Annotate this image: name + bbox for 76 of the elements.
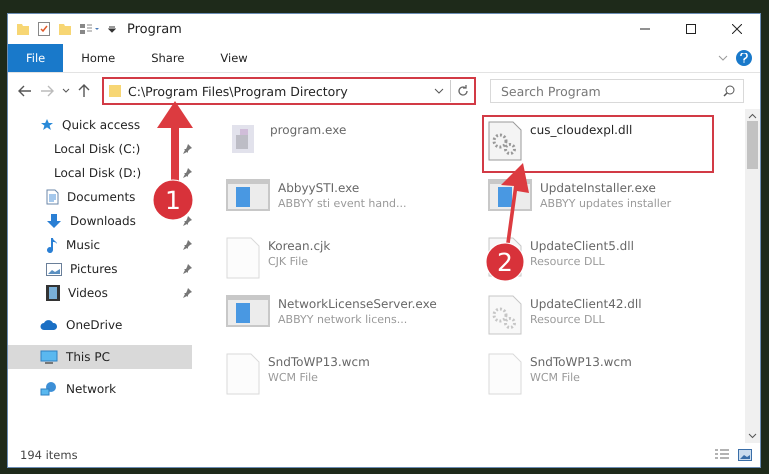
sidebar-item[interactable]: Documents	[8, 185, 142, 209]
ribbon-tab[interactable]: Home	[63, 44, 134, 72]
file-name[interactable]: cus_cloudexpl.dll	[530, 123, 632, 137]
folder-icon	[108, 84, 122, 98]
file-name[interactable]: NetworkLicenseServer.exe	[278, 297, 437, 311]
scroll-thumb[interactable]	[747, 121, 758, 169]
file-type: Resource DLL	[530, 313, 606, 326]
help-icon[interactable]	[736, 50, 752, 66]
file-type: CJK File	[268, 255, 310, 268]
pictures-icon	[46, 262, 62, 276]
window-icon	[226, 179, 270, 211]
file-type: ABBYY sti event hand...	[278, 197, 407, 210]
file-name[interactable]: SndToWP13.wcm	[530, 355, 632, 369]
file-type: WCM File	[268, 371, 319, 384]
sidebar-item[interactable]: Local Disk (D:)	[8, 161, 142, 185]
callout-badge: 2	[486, 242, 524, 282]
address-bar[interactable]: C:\Program Files\Program Directory	[102, 77, 476, 105]
sidebar-item[interactable]: Local Disk (C:)	[8, 137, 142, 161]
blank-file-icon	[488, 353, 522, 395]
file-name[interactable]: program.exe	[270, 123, 346, 137]
file-name[interactable]: UpdateInstaller.exe	[540, 181, 672, 195]
gear-file-icon	[488, 295, 522, 335]
up-button[interactable]	[76, 82, 92, 100]
music-note-icon	[46, 237, 58, 253]
file-name[interactable]: SndToWP13.wcm	[268, 355, 370, 369]
sidebar-item[interactable]: Downloads	[8, 209, 142, 233]
scrollbar[interactable]	[745, 109, 760, 443]
search-box[interactable]: Search Program	[490, 79, 744, 103]
chevron-down-icon[interactable]	[434, 88, 444, 94]
ribbon-tab[interactable]: View	[202, 44, 266, 72]
properties-icon	[79, 23, 101, 35]
file-name[interactable]: UpdateClient5.dll	[530, 239, 634, 253]
blank-file-icon	[226, 353, 260, 395]
cloud-icon	[40, 319, 58, 331]
thumbnail-view-icon[interactable]	[738, 449, 752, 461]
sidebar-item[interactable]: Videos	[8, 281, 142, 305]
file-name[interactable]: AbbyySTI.exe	[278, 181, 407, 195]
details-view-icon[interactable]	[714, 449, 730, 461]
checklist-icon	[37, 22, 51, 36]
refresh-icon[interactable]	[456, 85, 468, 97]
back-button[interactable]	[16, 83, 34, 99]
sidebar-item[interactable]: Pictures	[8, 257, 142, 281]
sidebar-item[interactable]: Network	[8, 377, 192, 401]
blank-file-icon	[226, 237, 260, 279]
scroll-down-icon[interactable]	[748, 433, 757, 439]
ribbon-tab[interactable]: File	[8, 44, 64, 72]
document-icon	[46, 189, 59, 205]
window-icon	[226, 295, 270, 327]
film-icon	[46, 285, 60, 301]
search-icon[interactable]	[723, 85, 735, 97]
file-type: WCM File	[530, 371, 581, 384]
file-name[interactable]: Korean.cjk	[268, 239, 330, 253]
maximize-icon[interactable]	[686, 24, 696, 34]
sidebar-item[interactable]: Quick access	[8, 113, 192, 137]
star-icon	[40, 118, 54, 132]
sidebar-item[interactable]: OneDrive	[8, 313, 192, 337]
item-count: 194 items	[20, 448, 78, 462]
callout-badge: 1	[152, 180, 194, 220]
dropdown-icon	[108, 25, 116, 33]
close-icon[interactable]	[732, 24, 742, 34]
file-name[interactable]: UpdateClient42.dll	[530, 297, 642, 311]
gear-file-icon	[488, 121, 522, 161]
file-type: Resource DLL	[530, 255, 606, 268]
folder-icon	[16, 22, 30, 36]
sidebar-item[interactable]: This PC	[8, 345, 192, 369]
ribbon-tab[interactable]: Share	[133, 44, 202, 72]
scroll-up-icon[interactable]	[748, 113, 757, 119]
window-title: Program	[127, 22, 182, 36]
sidebar-item[interactable]: Music	[8, 233, 142, 257]
network-icon	[40, 381, 58, 397]
folder-icon	[58, 22, 72, 36]
file-type: ABBYY updates installer	[540, 197, 672, 210]
download-icon	[46, 213, 62, 229]
address-path: C:\Program Files\Program Directory	[128, 84, 349, 98]
file-type: ABBYY network licens...	[278, 313, 408, 326]
computer-icon	[40, 350, 58, 364]
